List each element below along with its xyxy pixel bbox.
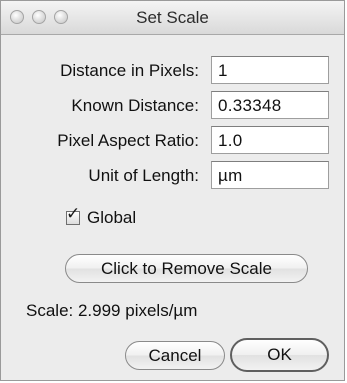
unit-of-length-field[interactable]: µm — [211, 161, 329, 189]
distance-in-pixels-label: Distance in Pixels: — [60, 61, 199, 80]
ok-button[interactable]: OK — [230, 338, 329, 372]
set-scale-dialog: Set Scale Distance in Pixels: 1 Known Di… — [0, 0, 345, 381]
cancel-button[interactable]: Cancel — [125, 341, 225, 370]
pixel-aspect-ratio-field[interactable]: 1.0 — [211, 126, 329, 154]
distance-in-pixels-field[interactable]: 1 — [211, 56, 329, 84]
dialog-content: Distance in Pixels: 1 Known Distance: 0.… — [1, 35, 344, 380]
global-checkbox-label[interactable]: Global — [87, 208, 136, 228]
global-checkbox-row[interactable]: ✓ Global — [66, 205, 136, 228]
unit-of-length-label: Unit of Length: — [88, 166, 199, 185]
checkmark-icon: ✓ — [66, 204, 81, 223]
window-title: Set Scale — [136, 8, 209, 27]
remove-scale-button[interactable]: Click to Remove Scale — [65, 254, 308, 283]
scale-readout: Scale: 2.999 pixels/µm — [26, 301, 198, 320]
pixel-aspect-ratio-label: Pixel Aspect Ratio: — [57, 131, 199, 150]
title-bar: Set Scale — [1, 1, 344, 35]
known-distance-field[interactable]: 0.33348 — [211, 91, 329, 119]
known-distance-label: Known Distance: — [71, 96, 199, 115]
global-checkbox[interactable]: ✓ — [66, 205, 80, 225]
